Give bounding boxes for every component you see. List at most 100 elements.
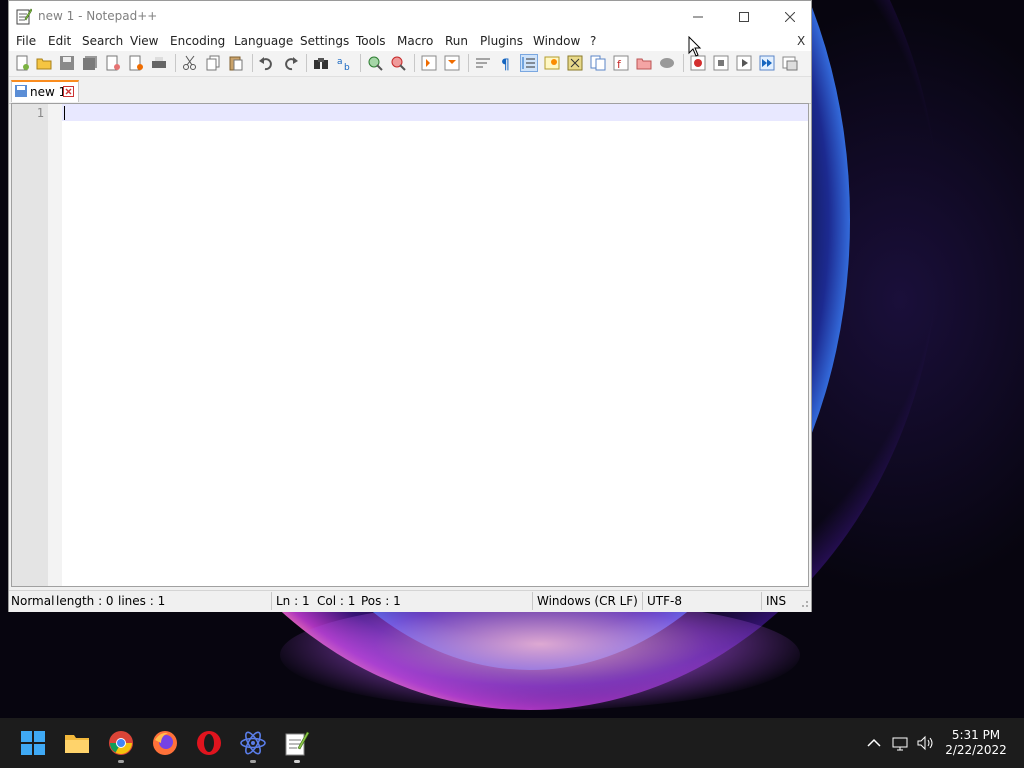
svg-text:a: a (337, 57, 343, 67)
menu-tools[interactable]: Tools (356, 34, 386, 48)
taskbar: 5:31 PM 2/22/2022 (0, 718, 1024, 768)
new-file-icon[interactable] (14, 55, 30, 71)
menu-encoding[interactable]: Encoding (170, 34, 225, 48)
close-button[interactable] (767, 1, 813, 32)
notepadpp-window: new 1 - Notepad++ File Edit Search View … (8, 0, 812, 612)
maximize-icon (739, 11, 749, 22)
toolbar-separator (175, 54, 176, 72)
toolbar-separator (360, 54, 361, 72)
stop-macro-icon[interactable] (713, 55, 729, 71)
atom-icon[interactable] (240, 730, 266, 756)
menu-run[interactable]: Run (445, 34, 468, 48)
status-insert-mode[interactable]: INS (766, 594, 786, 608)
user-defined-language-icon[interactable] (544, 55, 560, 71)
tab-close-icon[interactable] (63, 86, 74, 97)
folder-as-workspace-icon[interactable] (636, 55, 652, 71)
start-menu-icon[interactable] (20, 730, 46, 756)
tab-bar: new 1 (9, 77, 811, 104)
system-clock[interactable]: 5:31 PM 2/22/2022 (944, 728, 1008, 758)
line-number: 1 (36, 106, 44, 120)
indent-guide-icon[interactable] (520, 54, 538, 72)
print-icon[interactable] (151, 55, 167, 71)
chevron-up-icon[interactable] (865, 735, 883, 751)
copy-icon[interactable] (205, 55, 221, 71)
run-macro-multiple-icon[interactable] (759, 55, 775, 71)
firefox-icon[interactable] (152, 730, 178, 756)
word-wrap-icon[interactable] (475, 55, 491, 71)
cut-icon[interactable] (182, 55, 198, 71)
tab-new-1[interactable]: new 1 (11, 80, 79, 102)
menu-settings[interactable]: Settings (300, 34, 349, 48)
show-all-characters-icon[interactable]: ¶ (498, 55, 514, 71)
sync-horizontal-icon[interactable] (444, 55, 460, 71)
function-list-icon[interactable]: f (613, 55, 629, 71)
current-line-highlight (62, 104, 808, 121)
document-list-icon[interactable] (590, 55, 606, 71)
status-encoding[interactable]: UTF-8 (647, 594, 682, 608)
close-icon (785, 11, 795, 22)
tab-saved-status-icon (15, 85, 27, 97)
save-all-icon[interactable] (82, 55, 98, 71)
close-document-button[interactable]: X (797, 34, 805, 48)
menu-macro[interactable]: Macro (397, 34, 433, 48)
status-eol[interactable]: Windows (CR LF) (537, 594, 638, 608)
document-map-icon[interactable] (567, 55, 583, 71)
play-macro-icon[interactable] (736, 55, 752, 71)
svg-text:¶: ¶ (501, 57, 510, 71)
close-all-icon[interactable] (128, 55, 144, 71)
menu-edit[interactable]: Edit (48, 34, 71, 48)
clock-time: 5:31 PM (951, 728, 1001, 742)
replace-icon[interactable]: ab (336, 55, 352, 71)
fold-margin[interactable] (48, 104, 62, 586)
undo-icon[interactable] (259, 55, 275, 71)
status-pos: Pos : 1 (361, 594, 401, 608)
chrome-icon[interactable] (108, 730, 134, 756)
text-editor[interactable]: 1 (11, 103, 809, 587)
status-col: Col : 1 (317, 594, 356, 608)
status-ln: Ln : 1 (276, 594, 310, 608)
status-lines: lines : 1 (118, 594, 166, 608)
save-macro-icon[interactable] (782, 55, 798, 71)
menu-file[interactable]: File (16, 34, 36, 48)
menu-search[interactable]: Search (82, 34, 123, 48)
toolbar-separator (468, 54, 469, 72)
clock-date: 2/22/2022 (945, 743, 1007, 757)
status-length: length : 0 (56, 594, 114, 608)
tab-label: new 1 (30, 85, 67, 99)
zoom-in-icon[interactable] (367, 55, 383, 71)
opera-icon[interactable] (196, 730, 222, 756)
menu-plugins[interactable]: Plugins (480, 34, 523, 48)
resize-grip-icon[interactable] (799, 598, 809, 608)
notepadpp-taskbar-icon[interactable] (284, 730, 310, 756)
find-icon[interactable] (313, 55, 329, 71)
menu-view[interactable]: View (130, 34, 158, 48)
status-separator (271, 592, 272, 610)
notepadpp-running-indicator (294, 760, 300, 763)
window-title: new 1 - Notepad++ (38, 9, 158, 23)
toolbar-separator (683, 54, 684, 72)
wallpaper-glow (280, 600, 800, 710)
network-icon[interactable] (892, 735, 910, 751)
status-separator (642, 592, 643, 610)
menu-window[interactable]: Window (533, 34, 580, 48)
atom-running-indicator (250, 760, 256, 763)
chrome-running-indicator (118, 760, 124, 763)
menu-help[interactable]: ? (590, 34, 596, 48)
close-file-icon[interactable] (105, 55, 121, 71)
toolbar-separator (414, 54, 415, 72)
title-bar[interactable]: new 1 - Notepad++ (9, 1, 811, 32)
redo-icon[interactable] (282, 55, 298, 71)
minimize-button[interactable] (675, 1, 721, 32)
svg-text:b: b (344, 63, 350, 71)
monitoring-icon[interactable] (659, 55, 675, 71)
sync-vertical-icon[interactable] (421, 55, 437, 71)
paste-icon[interactable] (228, 55, 244, 71)
file-explorer-icon[interactable] (64, 730, 90, 756)
volume-icon[interactable] (917, 735, 935, 751)
open-file-icon[interactable] (36, 55, 52, 71)
save-icon[interactable] (59, 55, 75, 71)
menu-language[interactable]: Language (234, 34, 293, 48)
maximize-button[interactable] (721, 1, 767, 32)
zoom-out-icon[interactable] (390, 55, 406, 71)
status-mode: Normal (11, 594, 55, 608)
